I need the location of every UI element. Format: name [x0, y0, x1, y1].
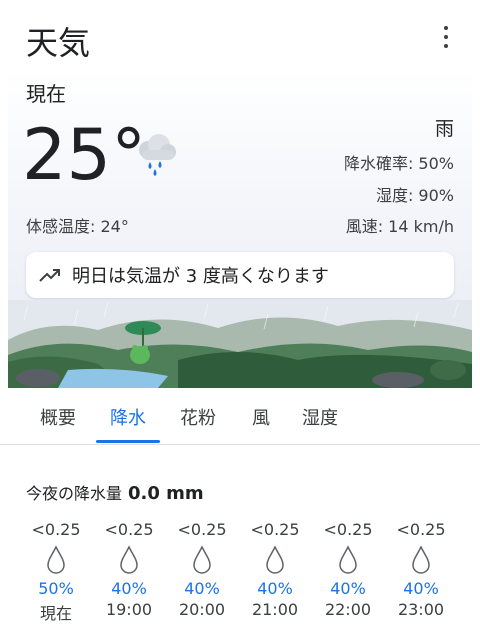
rain-landscape-illustration — [8, 300, 472, 388]
hourly-chance: 40% — [403, 579, 439, 598]
tab-humidity[interactable]: 湿度 — [302, 404, 338, 430]
hourly-amount: <0.25 — [177, 520, 227, 539]
hourly-precip-item: <0.25 40% 23:00 — [391, 520, 451, 619]
tab-wind[interactable]: 風 — [252, 404, 270, 430]
hourly-amount: <0.25 — [250, 520, 300, 539]
humidity: 湿度: 90% — [375, 186, 454, 205]
forecast-banner[interactable]: 明日は気温が 3 度高くなります — [26, 252, 454, 298]
hourly-time: 20:00 — [178, 600, 226, 619]
feels-like: 体感温度: 24° — [26, 217, 129, 236]
tab-bar: 概要 降水 花粉 風 湿度 — [0, 388, 480, 445]
wind-speed: 風速: 14 km/h — [345, 217, 454, 236]
active-tab-indicator — [96, 440, 160, 443]
tab-precipitation[interactable]: 降水 — [110, 404, 146, 430]
hourly-time: 現在 — [39, 604, 72, 623]
hourly-precip-item: <0.25 50% 現在 — [26, 520, 86, 624]
hourly-precip-item: <0.25 40% 21:00 — [245, 520, 305, 619]
hourly-precip-item: <0.25 40% 20:00 — [172, 520, 232, 619]
hourly-time: 22:00 — [324, 600, 372, 619]
raindrop-icon — [412, 545, 430, 574]
hourly-time: 23:00 — [397, 600, 445, 619]
tonight-precip-summary: 今夜の降水量 0.0 mm — [26, 480, 204, 504]
hourly-amount: <0.25 — [31, 520, 81, 539]
hourly-chance: 50% — [38, 579, 74, 598]
tab-overview[interactable]: 概要 — [40, 404, 76, 430]
trending-up-icon — [39, 269, 60, 282]
raindrop-icon — [47, 545, 65, 574]
hourly-precip-item: <0.25 40% 22:00 — [318, 520, 378, 619]
current-temperature: 25° — [22, 114, 147, 196]
hourly-amount: <0.25 — [104, 520, 154, 539]
raindrop-icon — [193, 545, 211, 574]
condition-text: 雨 — [434, 118, 454, 140]
tonight-precip-label: 今夜の降水量 — [26, 484, 123, 503]
hourly-precip-item: <0.25 40% 19:00 — [99, 520, 159, 619]
hourly-chance: 40% — [330, 579, 366, 598]
hourly-amount: <0.25 — [396, 520, 446, 539]
hourly-time: 19:00 — [105, 600, 153, 619]
precip-chance: 降水確率: 50% — [343, 154, 454, 173]
hourly-amount: <0.25 — [323, 520, 373, 539]
more-vert-icon[interactable] — [438, 26, 454, 48]
raindrop-icon — [120, 545, 138, 574]
raindrop-icon — [266, 545, 284, 574]
hourly-chance: 40% — [257, 579, 293, 598]
hourly-chance: 40% — [184, 579, 220, 598]
hourly-time: 21:00 — [251, 600, 299, 619]
banner-text: 明日は気温が 3 度高くなります — [72, 266, 329, 287]
raindrop-icon — [339, 545, 357, 574]
cloud-rain-icon — [139, 134, 176, 176]
page-title: 天気 — [26, 24, 91, 62]
hourly-chance: 40% — [111, 579, 147, 598]
tab-pollen[interactable]: 花粉 — [180, 404, 216, 430]
current-label: 現在 — [26, 82, 66, 106]
tonight-precip-total: 0.0 mm — [128, 483, 204, 504]
